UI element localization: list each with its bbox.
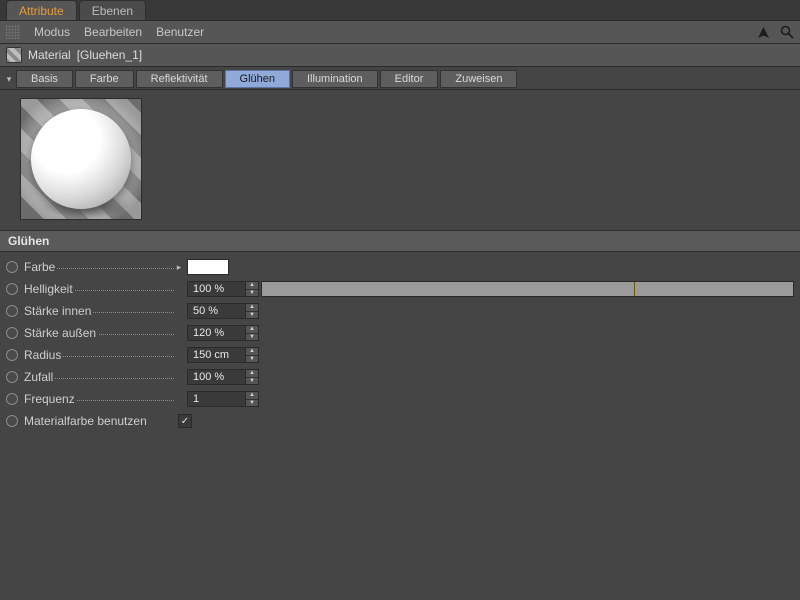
label-helligkeit: Helligkeit [24, 282, 75, 296]
tab-ebenen[interactable]: Ebenen [79, 0, 146, 20]
label-materialfarbe: Materialfarbe benutzen [24, 414, 149, 428]
window-tab-strip: Attribute Ebenen [0, 0, 800, 21]
param-row-farbe: Farbe ▸ [6, 256, 794, 278]
channel-tab-farbe[interactable]: Farbe [75, 70, 134, 88]
param-row-staerke-innen: Stärke innen 50 % ▲▼ [6, 300, 794, 322]
param-row-radius: Radius 150 cm ▲▼ [6, 344, 794, 366]
spinner-helligkeit[interactable]: ▲▼ [245, 281, 259, 297]
param-row-materialfarbe: Materialfarbe benutzen ✓ [6, 410, 794, 432]
nav-up-icon[interactable] [757, 26, 770, 39]
channel-tab-editor[interactable]: Editor [380, 70, 439, 88]
grip-icon[interactable] [6, 25, 20, 39]
label-radius: Radius [24, 348, 63, 362]
color-swatch[interactable] [187, 259, 229, 275]
label-farbe: Farbe [24, 260, 57, 274]
menu-bar: Modus Bearbeiten Benutzer [0, 21, 800, 44]
slider-helligkeit[interactable] [261, 281, 794, 297]
keyframe-dot-icon[interactable] [6, 261, 18, 273]
spinner-staerke-innen[interactable]: ▲▼ [245, 303, 259, 319]
object-header: Material [Gluehen_1] [0, 44, 800, 67]
keyframe-dot-icon[interactable] [6, 393, 18, 405]
object-name: [Gluehen_1] [77, 48, 142, 62]
param-row-staerke-aussen: Stärke außen 120 % ▲▼ [6, 322, 794, 344]
channel-tab-illumination[interactable]: Illumination [292, 70, 378, 88]
label-zufall: Zufall [24, 370, 55, 384]
channel-tab-strip: ▾ Basis Farbe Reflektivität Glühen Illum… [0, 67, 800, 90]
channel-tab-reflektivitaet[interactable]: Reflektivität [136, 70, 223, 88]
label-staerke-aussen: Stärke außen [24, 326, 98, 340]
input-helligkeit[interactable]: 100 % [187, 281, 245, 297]
param-row-helligkeit: Helligkeit 100 % ▲▼ [6, 278, 794, 300]
spinner-staerke-aussen[interactable]: ▲▼ [245, 325, 259, 341]
checkbox-materialfarbe[interactable]: ✓ [178, 414, 192, 428]
tab-attribute[interactable]: Attribute [6, 0, 77, 20]
search-icon[interactable] [780, 25, 794, 39]
channel-tab-basis[interactable]: Basis [16, 70, 73, 88]
spinner-zufall[interactable]: ▲▼ [245, 369, 259, 385]
channel-tab-gluehen[interactable]: Glühen [225, 70, 290, 88]
input-staerke-innen[interactable]: 50 % [187, 303, 245, 319]
expand-caret-icon[interactable]: ▸ [174, 262, 184, 273]
param-row-zufall: Zufall 100 % ▲▼ [6, 366, 794, 388]
keyframe-dot-icon[interactable] [6, 283, 18, 295]
keyframe-dot-icon[interactable] [6, 415, 18, 427]
menu-bearbeiten[interactable]: Bearbeiten [84, 25, 142, 39]
collapse-triangle-icon[interactable]: ▾ [4, 74, 14, 85]
channel-tab-zuweisen[interactable]: Zuweisen [440, 70, 517, 88]
menu-modus[interactable]: Modus [34, 25, 70, 39]
input-radius[interactable]: 150 cm [187, 347, 245, 363]
spinner-radius[interactable]: ▲▼ [245, 347, 259, 363]
keyframe-dot-icon[interactable] [6, 327, 18, 339]
keyframe-dot-icon[interactable] [6, 349, 18, 361]
keyframe-dot-icon[interactable] [6, 305, 18, 317]
keyframe-dot-icon[interactable] [6, 371, 18, 383]
parameter-panel: Farbe ▸ Helligkeit 100 % ▲▼ Stärke innen… [0, 252, 800, 432]
menu-benutzer[interactable]: Benutzer [156, 25, 204, 39]
param-row-frequenz: Frequenz 1 ▲▼ [6, 388, 794, 410]
material-preview[interactable] [20, 98, 142, 220]
input-staerke-aussen[interactable]: 120 % [187, 325, 245, 341]
input-zufall[interactable]: 100 % [187, 369, 245, 385]
object-type: Material [28, 48, 71, 62]
input-frequenz[interactable]: 1 [187, 391, 245, 407]
material-icon [6, 47, 22, 63]
section-title: Glühen [0, 230, 800, 252]
preview-area [0, 90, 800, 230]
label-staerke-innen: Stärke innen [24, 304, 93, 318]
label-frequenz: Frequenz [24, 392, 77, 406]
spinner-frequenz[interactable]: ▲▼ [245, 391, 259, 407]
